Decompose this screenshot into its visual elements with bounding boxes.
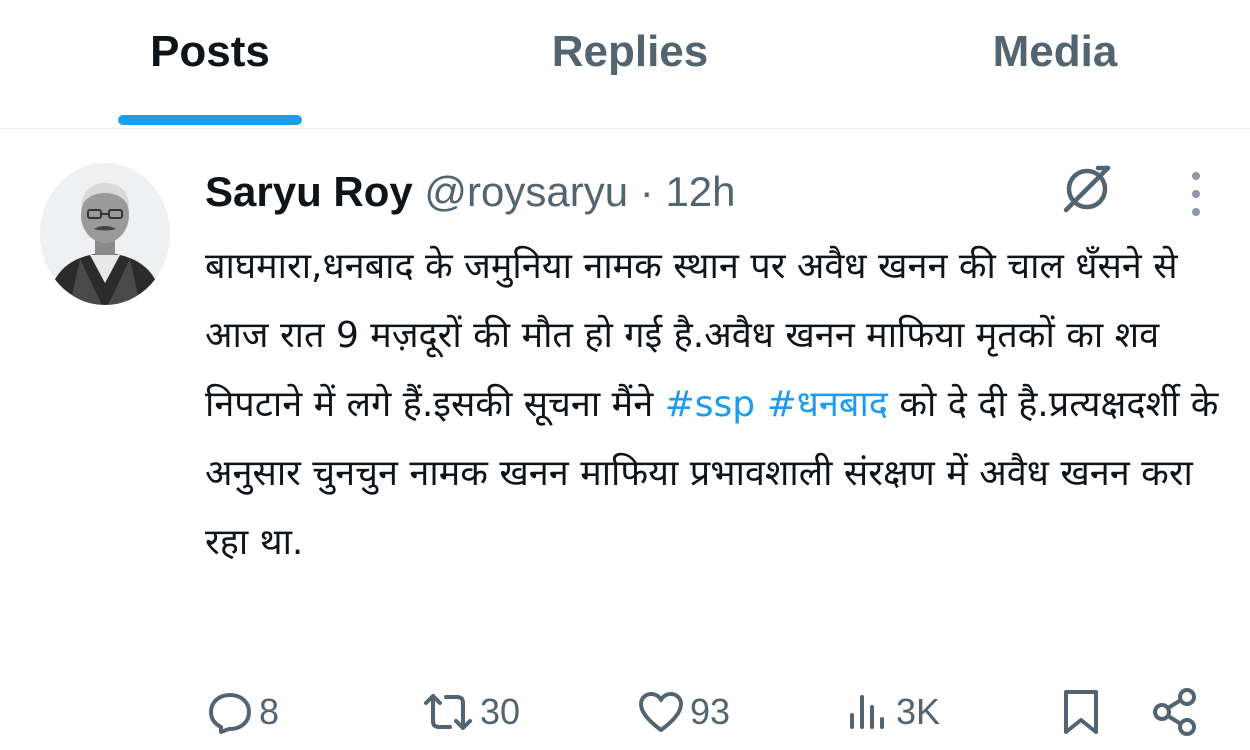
tab-media[interactable]: Media	[960, 22, 1150, 82]
reply-icon	[209, 693, 251, 734]
tweet-header: Saryu Roy @roysaryu · 12h	[205, 160, 736, 224]
views-button[interactable]: 3K	[846, 684, 940, 740]
like-icon	[639, 692, 683, 732]
bookmark-button[interactable]	[1058, 684, 1104, 740]
author-handle[interactable]: @roysaryu	[424, 168, 628, 215]
tweet-text: बाघमारा,धनबाद के जमुनिया नामक स्थान पर अ…	[205, 232, 1225, 577]
like-count: 93	[690, 691, 731, 732]
tab-posts[interactable]: Posts	[110, 22, 310, 82]
avatar[interactable]	[40, 163, 170, 305]
reply-count: 8	[259, 691, 280, 732]
timestamp[interactable]: 12h	[665, 168, 735, 215]
hashtag-dhanbad[interactable]: #धनबाद	[767, 384, 888, 425]
repost-icon	[424, 694, 472, 730]
reply-button[interactable]: 8	[205, 684, 279, 740]
views-count: 3K	[896, 691, 941, 732]
avatar-image	[40, 163, 170, 305]
repost-button[interactable]: 30	[420, 684, 520, 740]
views-icon	[850, 695, 884, 729]
share-button[interactable]	[1150, 684, 1200, 740]
share-icon	[1153, 688, 1196, 736]
profile-tab-bar: Posts Replies Media	[0, 0, 1250, 129]
like-button[interactable]: 93	[636, 684, 730, 740]
author-name[interactable]: Saryu Roy	[205, 168, 413, 215]
active-tab-indicator	[118, 115, 302, 125]
more-vertical-icon[interactable]	[1182, 168, 1210, 220]
grok-icon[interactable]	[1058, 160, 1116, 218]
repost-count: 30	[480, 691, 521, 732]
tab-replies[interactable]: Replies	[520, 22, 740, 82]
bookmark-icon	[1064, 690, 1098, 734]
separator-dot: ·	[639, 168, 654, 215]
hashtag-ssp[interactable]: #ssp	[665, 384, 756, 425]
